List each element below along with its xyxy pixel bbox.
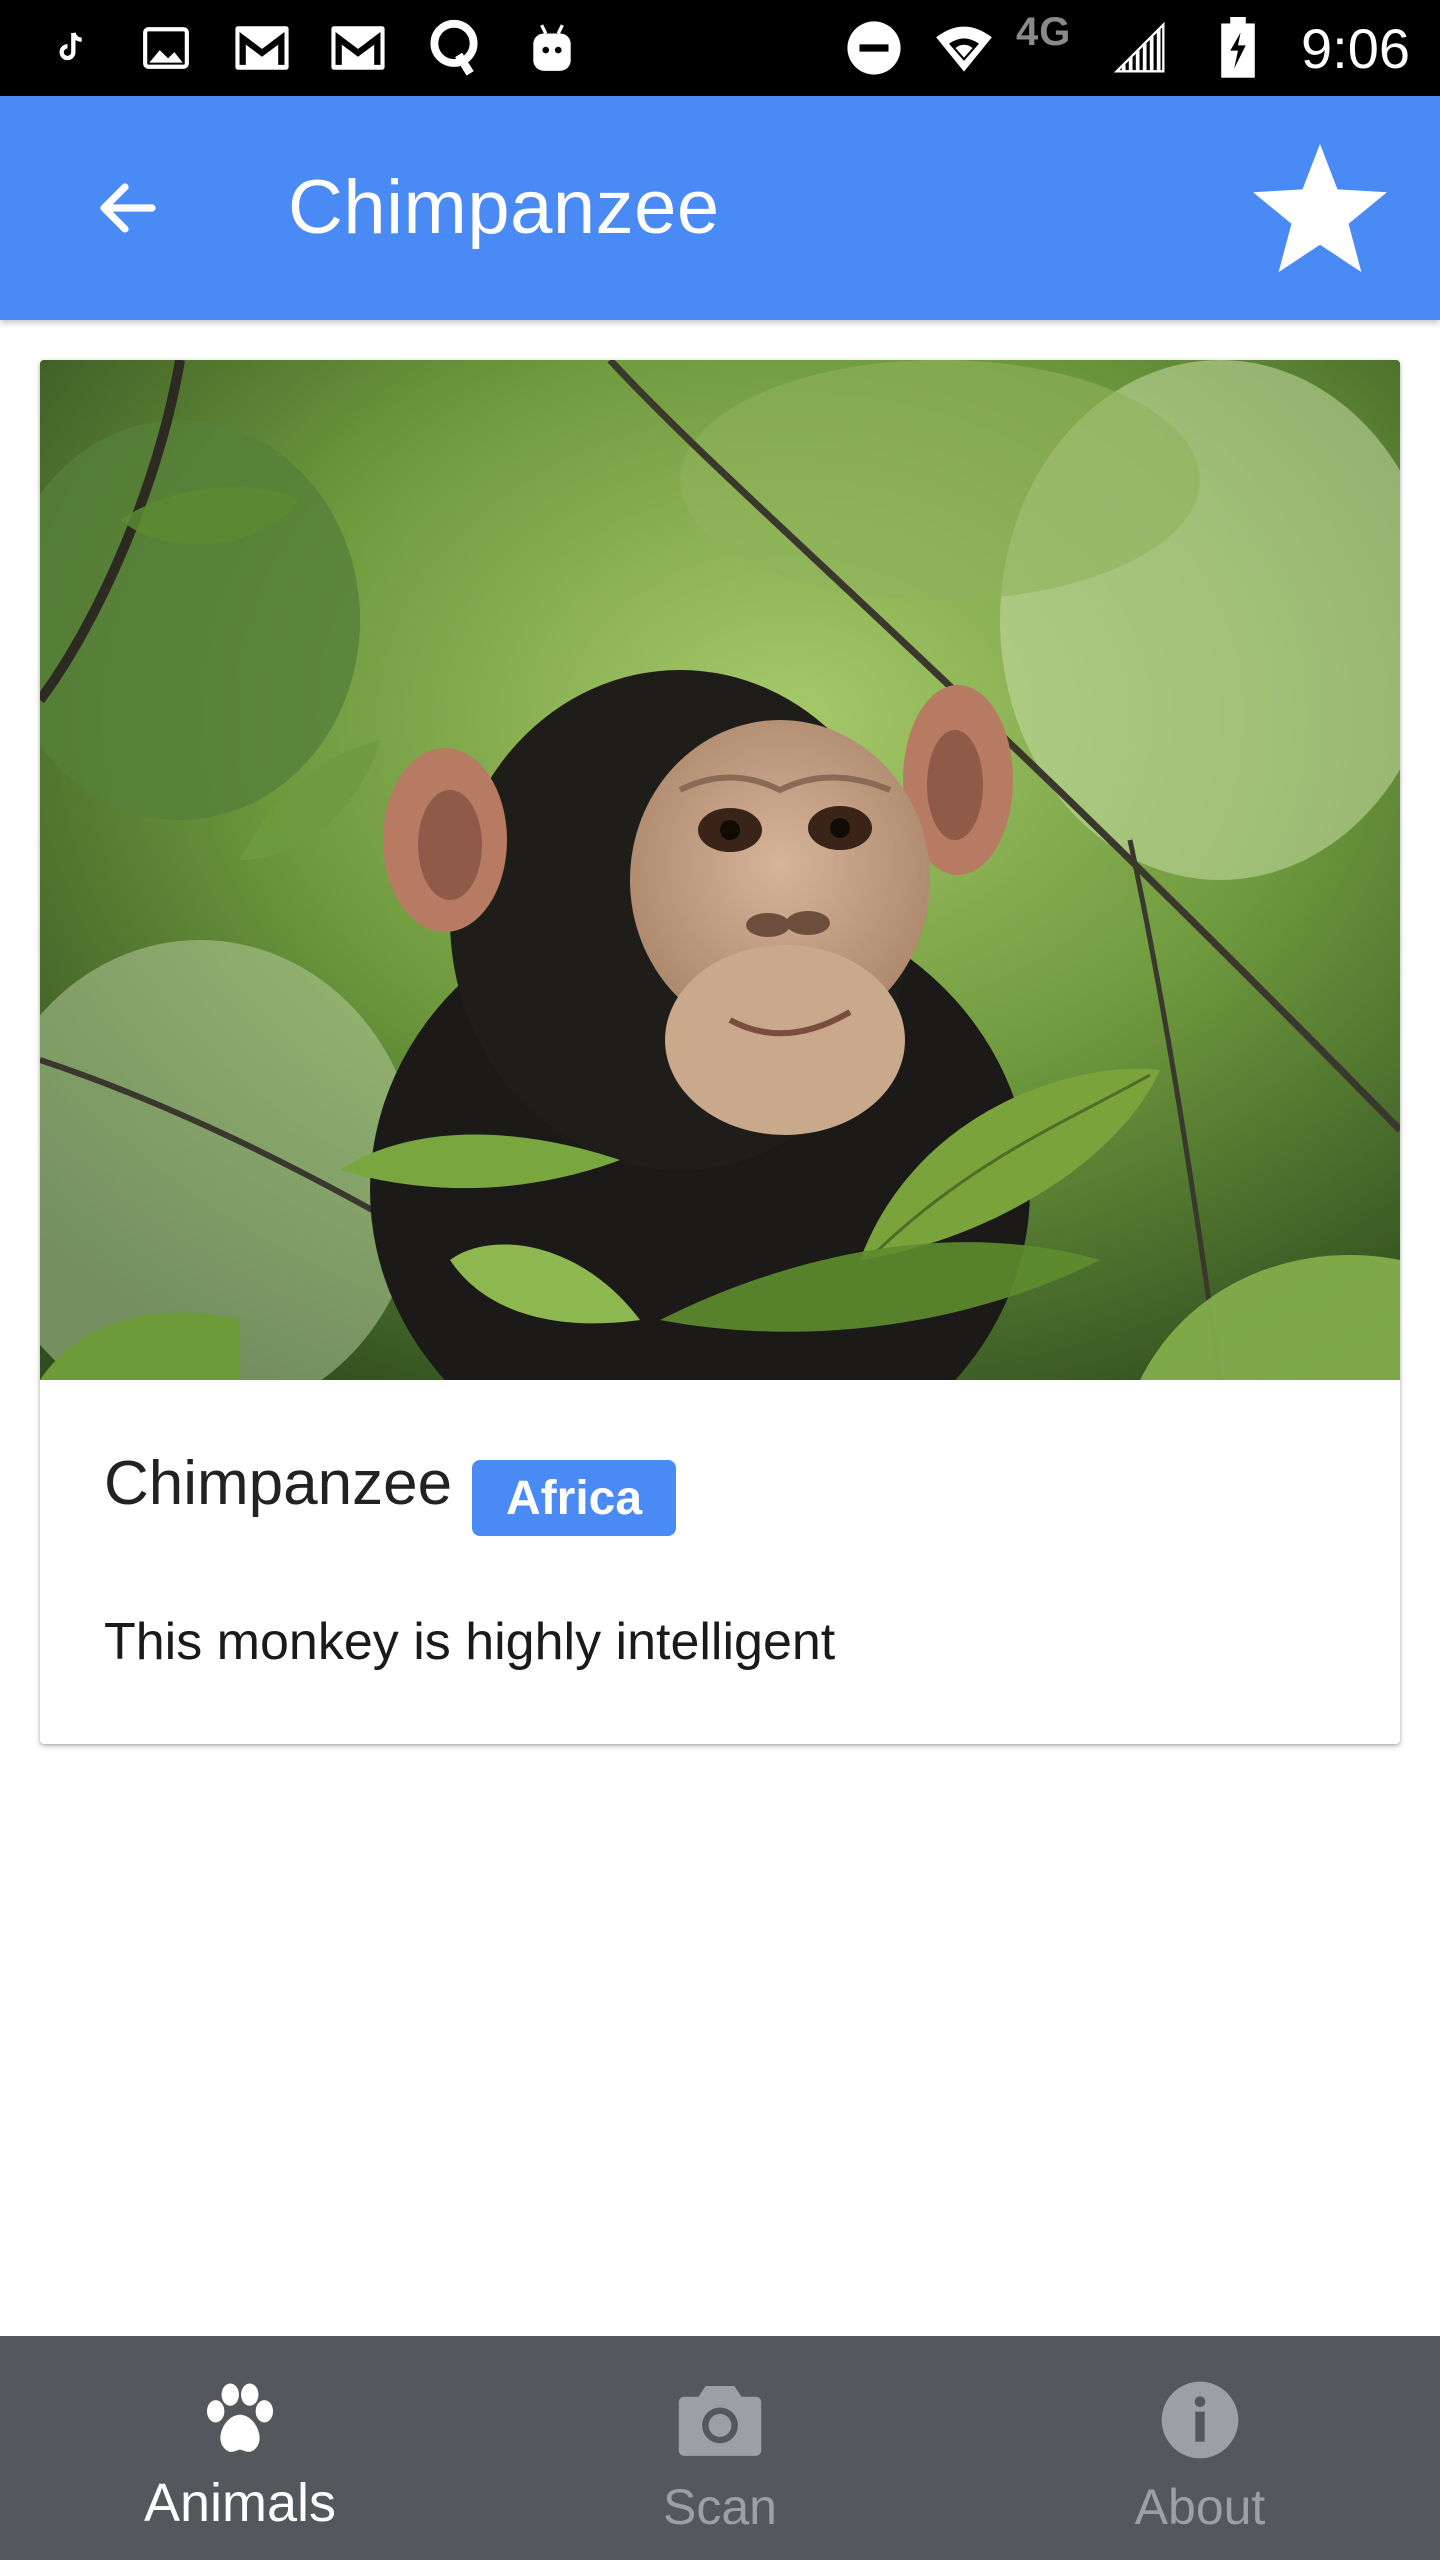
status-time: 9:06 — [1301, 17, 1410, 80]
gmail-icon — [232, 18, 292, 78]
animal-name: Chimpanzee — [104, 1449, 453, 1518]
bottom-navigation: Animals Scan About — [0, 2336, 1440, 2560]
animal-description: This monkey is highly intelligent — [104, 1613, 836, 1671]
signal-icon — [1110, 18, 1170, 78]
nav-animals[interactable]: Animals — [0, 2336, 480, 2560]
back-button[interactable] — [80, 160, 176, 256]
nav-about-label: About — [1134, 2479, 1266, 2535]
app-bar: Chimpanzee — [0, 96, 1440, 320]
battery-charging-icon — [1208, 17, 1268, 78]
nav-scan-label: Scan — [663, 2479, 777, 2535]
info-icon — [1150, 2370, 1250, 2470]
page-title: Chimpanzee — [288, 165, 720, 250]
tiktok-icon — [40, 18, 100, 78]
do-not-disturb-icon — [844, 18, 904, 78]
camera-icon — [670, 2370, 770, 2470]
arrow-back-icon — [100, 183, 156, 233]
gmail-icon — [328, 18, 388, 78]
wifi-icon — [934, 18, 994, 78]
animal-card[interactable]: Chimpanzee Africa This monkey is highly … — [40, 360, 1400, 1744]
network-type: 4G — [1016, 10, 1072, 54]
nav-scan[interactable]: Scan — [480, 2336, 960, 2560]
image-icon — [136, 18, 196, 78]
paw-icon — [190, 2370, 290, 2470]
android-icon — [522, 18, 582, 78]
chimpanzee-photo — [40, 360, 1400, 1380]
favorite-button[interactable] — [1246, 134, 1394, 282]
region-badge: Africa — [472, 1460, 677, 1536]
nav-about[interactable]: About — [960, 2336, 1440, 2560]
star-icon — [1253, 143, 1387, 273]
q-icon — [424, 18, 484, 78]
nav-animals-label: Animals — [143, 2473, 337, 2533]
status-bar: 4G 9:06 — [0, 0, 1440, 96]
